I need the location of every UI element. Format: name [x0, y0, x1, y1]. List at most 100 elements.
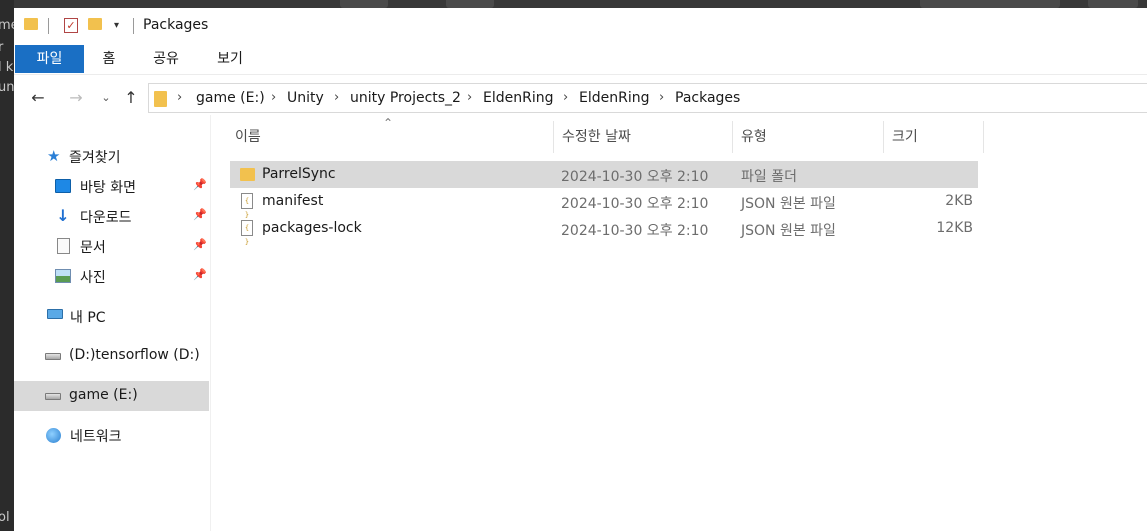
properties-check-icon[interactable]: ✓	[64, 18, 78, 33]
download-arrow-icon: ↓	[56, 206, 70, 225]
chevron-right-icon[interactable]: ›	[563, 90, 568, 105]
file-row-manifest[interactable]: { } manifest 2024-10-30 오후 2:10 JSON 원본 …	[230, 188, 978, 219]
breadcrumb-game-e[interactable]: game (E:)	[196, 90, 265, 106]
file-modified: 2024-10-30 오후 2:10	[561, 169, 709, 185]
tab-file[interactable]: 파일	[15, 45, 84, 73]
divider	[48, 18, 49, 34]
chevron-right-icon[interactable]: ›	[659, 90, 664, 105]
star-icon: ★	[47, 147, 61, 165]
desktop-icon	[55, 179, 71, 193]
new-folder-icon[interactable]	[88, 18, 102, 30]
file-modified: 2024-10-30 오후 2:10	[561, 223, 709, 239]
column-divider[interactable]	[883, 121, 884, 153]
nav-item-quick-access[interactable]: ★ 즐겨찾기	[14, 141, 209, 171]
nav-item-desktop[interactable]: 바탕 화면 📌	[14, 171, 209, 201]
nav-item-label: 문서	[80, 240, 106, 256]
background-toolbar-button	[1088, 0, 1138, 8]
nav-item-label: (D:)tensorflow (D:)	[69, 347, 200, 363]
file-type: JSON 원본 파일	[741, 223, 836, 239]
breadcrumb-eldenring-inner[interactable]: EldenRing	[579, 90, 650, 106]
file-type: JSON 원본 파일	[741, 196, 836, 212]
document-icon	[57, 238, 70, 254]
file-size: 2KB	[945, 193, 973, 209]
file-list: ⌃ 이름 수정한 날짜 유형 크기 ParrelSync 2024-10-30 …	[212, 115, 1147, 531]
forward-arrow-icon[interactable]: →	[64, 86, 88, 110]
file-row-packages-lock[interactable]: { } packages-lock 2024-10-30 오후 2:10 JSO…	[230, 215, 978, 246]
title-bar: ✓ ▾ Packages	[14, 8, 1147, 45]
nav-item-label: 사진	[80, 270, 106, 286]
background-text: r	[0, 40, 4, 55]
column-divider[interactable]	[732, 121, 733, 153]
nav-item-documents[interactable]: 문서 📌	[14, 231, 209, 261]
navigation-pane: ★ 즐겨찾기 바탕 화면 📌 ↓ 다운로드 📌 문서 📌 사진 📌 내 PC (…	[14, 115, 211, 531]
nav-item-this-pc[interactable]: 내 PC	[14, 301, 209, 331]
column-header-size[interactable]: 크기	[892, 121, 982, 153]
nav-item-drive-e[interactable]: game (E:)	[14, 381, 209, 411]
drive-icon	[45, 353, 61, 360]
chevron-right-icon[interactable]: ›	[334, 90, 339, 105]
nav-item-label: 내 PC	[70, 310, 106, 326]
back-arrow-icon[interactable]: ←	[26, 86, 50, 110]
file-name: manifest	[262, 193, 324, 209]
divider	[133, 18, 134, 34]
background-text: l k	[0, 60, 14, 75]
nav-item-label: 다운로드	[80, 210, 132, 226]
recent-locations-chevron-down-icon[interactable]: ⌄	[98, 86, 114, 110]
breadcrumb-unity[interactable]: Unity	[287, 90, 324, 106]
chevron-right-icon[interactable]: ›	[177, 90, 182, 105]
file-name: packages-lock	[262, 220, 362, 236]
ribbon-tabs: 파일 홈 공유 보기	[14, 45, 1147, 74]
address-bar[interactable]: › game (E:) › Unity › unity Projects_2 ›…	[148, 83, 1147, 113]
pin-icon[interactable]: 📌	[193, 208, 207, 221]
chevron-right-icon[interactable]: ›	[467, 90, 472, 105]
background-text: ol	[0, 510, 10, 525]
folder-icon	[24, 18, 38, 30]
nav-item-downloads[interactable]: ↓ 다운로드 📌	[14, 201, 209, 231]
column-divider[interactable]	[983, 121, 984, 153]
nav-item-network[interactable]: 네트워크	[14, 420, 209, 450]
breadcrumb-packages[interactable]: Packages	[675, 90, 740, 106]
picture-icon	[55, 269, 71, 283]
nav-item-label: 바탕 화면	[80, 180, 136, 196]
drive-icon	[45, 393, 61, 400]
divider	[14, 74, 1147, 75]
file-name: ParrelSync	[262, 166, 336, 182]
background-toolbar-button	[920, 0, 1060, 8]
file-size: 12KB	[936, 220, 973, 236]
tab-home[interactable]: 홈	[94, 45, 124, 73]
column-header-modified[interactable]: 수정한 날짜	[562, 121, 732, 153]
background-toolbar-button	[446, 0, 494, 8]
folder-icon	[154, 91, 167, 107]
json-file-icon: { }	[241, 220, 253, 246]
background-text: un	[0, 80, 15, 95]
file-row-parrelsync[interactable]: ParrelSync 2024-10-30 오후 2:10 파일 폴더	[230, 161, 978, 188]
folder-icon	[240, 168, 255, 181]
pin-icon[interactable]: 📌	[193, 238, 207, 251]
file-modified: 2024-10-30 오후 2:10	[561, 196, 709, 212]
nav-item-pictures[interactable]: 사진 📌	[14, 261, 209, 291]
nav-item-label: game (E:)	[69, 387, 138, 403]
column-divider[interactable]	[553, 121, 554, 153]
background-app-sidebar: me r l k un ol	[0, 0, 19, 531]
pin-icon[interactable]: 📌	[193, 268, 207, 281]
nav-item-drive-d[interactable]: (D:)tensorflow (D:)	[14, 341, 209, 371]
nav-item-label: 즐겨찾기	[69, 150, 121, 166]
breadcrumb-eldenring[interactable]: EldenRing	[483, 90, 554, 106]
tab-view[interactable]: 보기	[210, 45, 250, 73]
breadcrumb-unity-projects[interactable]: unity Projects_2	[350, 90, 461, 106]
navigation-bar: ← → ⌄ ↑ › game (E:) › Unity › unity Proj…	[14, 81, 1147, 115]
pin-icon[interactable]: 📌	[193, 178, 207, 191]
tab-share[interactable]: 공유	[146, 45, 186, 73]
nav-item-label: 네트워크	[70, 429, 122, 445]
chevron-right-icon[interactable]: ›	[271, 90, 276, 105]
json-file-icon: { }	[241, 193, 253, 219]
computer-icon	[47, 309, 63, 319]
file-type: 파일 폴더	[741, 169, 797, 185]
column-header-type[interactable]: 유형	[741, 121, 883, 153]
network-icon	[46, 428, 61, 443]
column-header-name[interactable]: 이름	[235, 121, 553, 153]
background-toolbar-button	[340, 0, 388, 8]
window-title: Packages	[143, 17, 209, 33]
up-arrow-icon[interactable]: ↑	[120, 86, 142, 110]
customize-toolbar-dropdown-icon[interactable]: ▾	[114, 20, 119, 31]
